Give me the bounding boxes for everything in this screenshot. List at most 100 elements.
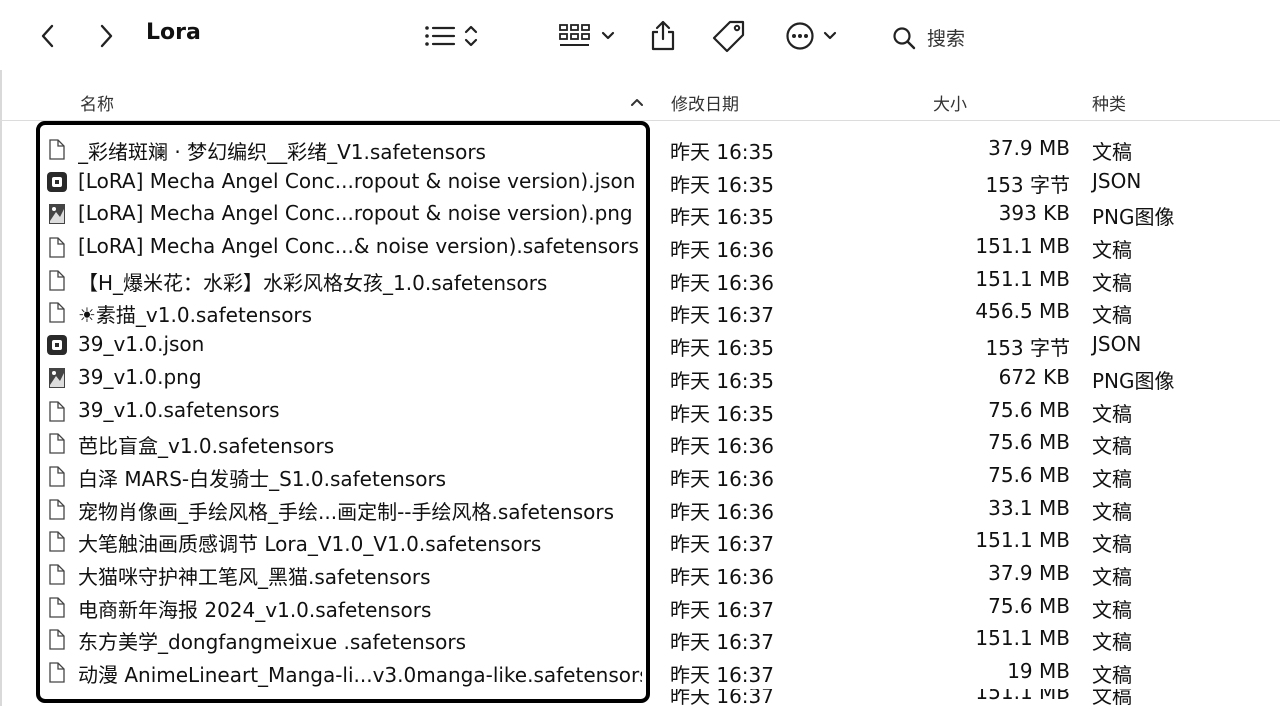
file-kind: JSON bbox=[1092, 168, 1142, 193]
file-row[interactable]: 宠物肖像画_手绘风格_手绘...画定制--手绘风格.safetensors 昨天 … bbox=[0, 493, 1280, 526]
file-kind: 文稿 bbox=[1092, 564, 1132, 589]
file-row[interactable]: 【H_爆米花：水彩】水彩风格女孩_1.0.safetensors 昨天 16:36… bbox=[0, 264, 1280, 297]
header-divider bbox=[0, 120, 1280, 121]
file-kind: 文稿 bbox=[1092, 434, 1132, 459]
file-date: 昨天 16:37 bbox=[670, 303, 774, 328]
file-row[interactable]: 39_v1.0.json 昨天 16:35 153 字节 JSON bbox=[0, 329, 1280, 362]
file-size: 75.6 MB bbox=[988, 593, 1070, 618]
column-kind[interactable]: 种类 bbox=[1092, 90, 1126, 115]
document-icon bbox=[49, 302, 65, 324]
file-row[interactable]: 大笔触油画质感调节 Lora_V1.0_V1.0.safetensors 昨天 1… bbox=[0, 525, 1280, 558]
file-date: 昨天 16:36 bbox=[670, 499, 774, 524]
document-icon bbox=[49, 498, 65, 520]
file-size: 37.9 MB bbox=[988, 560, 1070, 585]
search-label[interactable]: 搜索 bbox=[927, 24, 965, 51]
file-row[interactable]: 动漫 AnimeLineart_Manga-li...v3.0manga-lik… bbox=[0, 656, 1280, 689]
file-row[interactable]: 39_v1.0.safetensors 昨天 16:35 75.6 MB 文稿 bbox=[0, 395, 1280, 428]
file-kind: 文稿 bbox=[1092, 270, 1132, 295]
document-icon bbox=[49, 466, 65, 487]
tag-button[interactable] bbox=[710, 18, 748, 54]
file-kind: 文稿 bbox=[1092, 238, 1132, 263]
share-icon bbox=[651, 20, 675, 51]
finder-toolbar: Lora 搜索 bbox=[0, 0, 1280, 75]
file-date: 昨天 16:36 bbox=[670, 564, 774, 589]
file-kind: PNG图像 bbox=[1092, 368, 1175, 393]
file-row[interactable]: [LoRA] Mecha Angel Conc...ropout & noise… bbox=[0, 166, 1280, 199]
file-date: 昨天 16:35 bbox=[670, 205, 774, 230]
file-date: 昨天 16:37 bbox=[670, 597, 774, 622]
file-date: 昨天 16:37 bbox=[670, 689, 774, 708]
file-name: ☀素描_v1.0.safetensors bbox=[78, 303, 313, 328]
more-actions-button[interactable] bbox=[780, 20, 842, 52]
file-name: 白泽 MARS-白发骑士_S1.0.safetensors bbox=[78, 466, 447, 491]
file-row[interactable]: 芭比盲盒_v1.0.safetensors 昨天 16:36 75.6 MB 文稿 bbox=[0, 427, 1280, 460]
file-name: [LoRA] Mecha Angel Conc...ropout & noise… bbox=[78, 168, 636, 193]
file-name: 【H_爆米花：水彩】水彩风格女孩_1.0.safetensors bbox=[78, 270, 548, 295]
document-icon bbox=[49, 237, 65, 258]
partial-file-row[interactable]: 昨天 16:37 151.1 MB 文稿 bbox=[0, 689, 1280, 709]
document-icon bbox=[49, 531, 65, 552]
image-thumbnail-icon bbox=[49, 367, 65, 388]
column-size[interactable]: 大小 bbox=[933, 90, 967, 115]
file-row[interactable]: _彩绪斑斓 · 梦幻编织__彩绪_V1.safetensors 昨天 16:35 3… bbox=[0, 133, 1280, 166]
document-icon bbox=[49, 139, 65, 160]
file-name: [LoRA] Mecha Angel Conc...& noise versio… bbox=[78, 234, 639, 259]
file-row[interactable]: [LoRA] Mecha Angel Conc...& noise versio… bbox=[0, 231, 1280, 264]
file-row[interactable]: 东方美学_dongfangmeixue .safetensors 昨天 16:37… bbox=[0, 623, 1280, 656]
file-kind: 文稿 bbox=[1092, 689, 1132, 708]
search-icon bbox=[893, 27, 916, 50]
file-row[interactable]: 大猫咪守护神工笔风_黑猫.safetensors 昨天 16:36 37.9 MB 文… bbox=[0, 558, 1280, 591]
document-icon bbox=[49, 662, 65, 683]
forward-button[interactable] bbox=[94, 22, 120, 50]
file-kind: 文稿 bbox=[1092, 303, 1132, 328]
file-date: 昨天 16:36 bbox=[670, 238, 774, 263]
file-row[interactable]: 白泽 MARS-白发骑士_S1.0.safetensors 昨天 16:36 75.… bbox=[0, 460, 1280, 493]
file-date: 昨天 16:35 bbox=[670, 401, 774, 426]
file-name: _彩绪斑斓 · 梦幻编织__彩绪_V1.safetensors bbox=[78, 140, 486, 164]
sort-ascending-icon[interactable] bbox=[630, 97, 644, 107]
chevron-left-icon bbox=[41, 24, 54, 48]
file-row[interactable]: [LoRA] Mecha Angel Conc...ropout & noise… bbox=[0, 198, 1280, 231]
file-size: 151.1 MB bbox=[975, 528, 1070, 553]
column-date[interactable]: 修改日期 bbox=[671, 90, 739, 115]
group-button[interactable] bbox=[556, 20, 618, 52]
file-size: 37.9 MB bbox=[988, 136, 1070, 160]
file-date: 昨天 16:36 bbox=[670, 434, 774, 459]
file-name: 39_v1.0.json bbox=[78, 332, 205, 357]
file-name: 宠物肖像画_手绘风格_手绘...画定制--手绘风格.safetensors bbox=[78, 499, 615, 524]
search-button[interactable] bbox=[890, 24, 918, 52]
file-date: 昨天 16:35 bbox=[670, 140, 774, 164]
file-kind: 文稿 bbox=[1092, 140, 1132, 164]
column-name[interactable]: 名称 bbox=[80, 90, 114, 115]
file-name: 39_v1.0.png bbox=[78, 364, 202, 389]
file-size: 151.1 MB bbox=[975, 689, 1070, 704]
file-name: 动漫 AnimeLineart_Manga-li...v3.0manga-lik… bbox=[78, 663, 642, 687]
image-thumbnail-icon bbox=[49, 204, 65, 225]
back-button[interactable] bbox=[34, 22, 60, 50]
file-size: 672 KB bbox=[998, 364, 1070, 389]
list-view-button[interactable] bbox=[420, 20, 482, 52]
file-name: [LoRA] Mecha Angel Conc...ropout & noise… bbox=[78, 201, 633, 226]
file-name: 东方美学_dongfangmeixue .safetensors bbox=[78, 630, 466, 655]
file-size: 19 MB bbox=[1007, 659, 1070, 683]
folder-title: Lora bbox=[146, 20, 201, 45]
tag-icon bbox=[712, 20, 745, 53]
file-kind: 文稿 bbox=[1092, 663, 1132, 687]
file-row[interactable]: 电商新年海报 2024_v1.0.safetensors 昨天 16:37 75.6… bbox=[0, 591, 1280, 624]
chevron-down-icon bbox=[823, 31, 837, 40]
file-size: 153 字节 bbox=[985, 336, 1070, 361]
document-icon bbox=[49, 564, 65, 585]
grid-icon bbox=[559, 24, 590, 46]
file-kind: JSON bbox=[1092, 332, 1142, 357]
file-size: 151.1 MB bbox=[975, 626, 1070, 651]
file-date: 昨天 16:35 bbox=[670, 336, 774, 361]
file-kind: 文稿 bbox=[1092, 597, 1132, 622]
document-icon bbox=[49, 629, 65, 650]
file-date: 昨天 16:36 bbox=[670, 466, 774, 491]
file-kind: 文稿 bbox=[1092, 499, 1132, 524]
file-date: 昨天 16:35 bbox=[670, 368, 774, 393]
file-row[interactable]: 39_v1.0.png 昨天 16:35 672 KB PNG图像 bbox=[0, 362, 1280, 395]
share-button[interactable] bbox=[646, 18, 680, 52]
file-row[interactable]: ☀素描_v1.0.safetensors 昨天 16:37 456.5 MB 文稿 bbox=[0, 296, 1280, 329]
file-size: 151.1 MB bbox=[975, 234, 1070, 259]
